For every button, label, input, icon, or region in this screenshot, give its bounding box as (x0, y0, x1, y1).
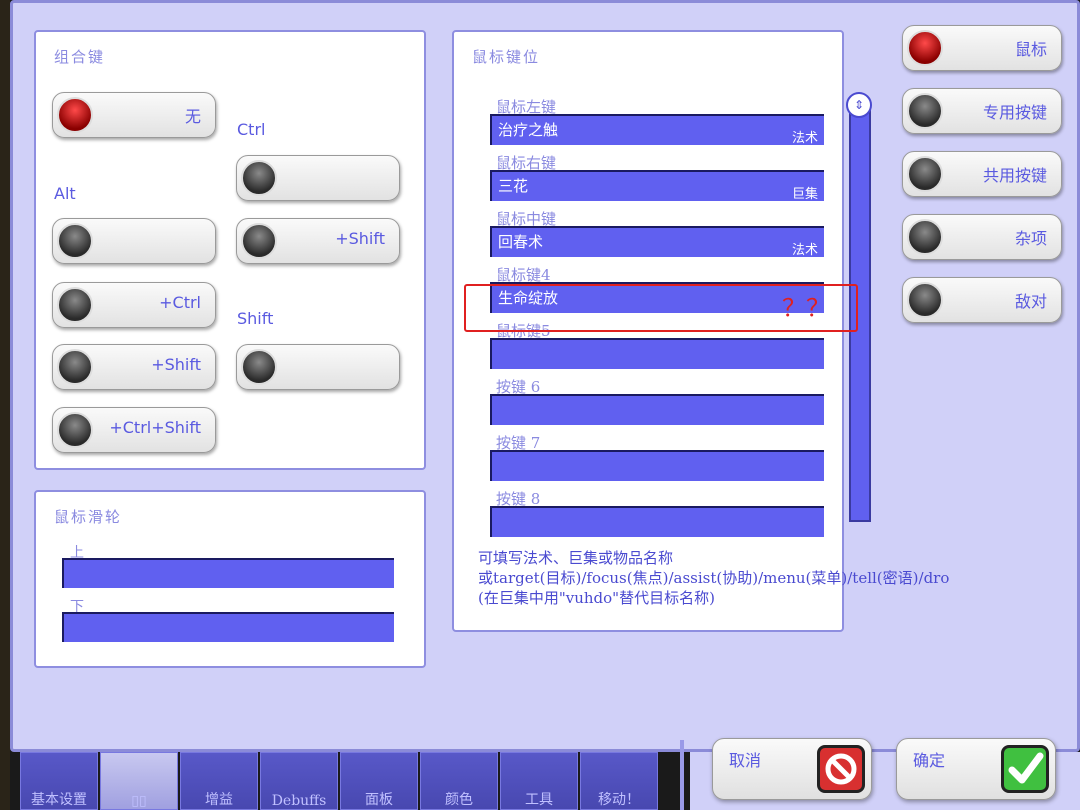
slot-input[interactable] (490, 506, 824, 537)
mouse-panel-title: 鼠标键位 (472, 48, 541, 66)
tab[interactable]: 面板 (340, 752, 418, 810)
toggle-knob-icon (907, 93, 943, 129)
slot-input[interactable]: 回春术法术 (490, 226, 824, 258)
toggle-knob-icon (57, 223, 93, 259)
tab-label: 颜色 (445, 792, 473, 808)
help-line-1: 可填写法术、巨集或物品名称 (478, 549, 674, 567)
slot-value: 三花 (498, 177, 529, 195)
checkmark-icon (1001, 745, 1049, 793)
mouse-wheel-panel: 鼠标滑轮 上 下 (34, 490, 426, 668)
sidebar-button-label: 杂项 (1014, 229, 1047, 248)
ctrl-shift-toggle[interactable]: +Shift (236, 218, 400, 264)
help-line-2: 或target(目标)/focus(焦点)/assist(协助)/menu(菜单… (478, 569, 950, 587)
cancel-button[interactable]: 取消 (712, 738, 872, 800)
ctrl-caption: Ctrl (237, 120, 266, 139)
bottom-divider (680, 740, 684, 810)
alt-shift-label: +Shift (151, 355, 201, 374)
toggle-knob-icon (241, 223, 277, 259)
toggle-knob-icon (241, 160, 277, 196)
shift-caption: Shift (237, 309, 274, 328)
wheel-down-input[interactable] (62, 612, 394, 642)
cancel-icon (817, 745, 865, 793)
tab-label: 增益 (205, 792, 233, 808)
tab-label: 工具 (525, 792, 553, 808)
none-toggle[interactable]: 无 (52, 92, 216, 138)
tab-label: 基本设置 (31, 792, 87, 808)
tab[interactable]: 颜色 (420, 752, 498, 810)
cancel-label: 取消 (729, 751, 762, 770)
ok-button[interactable]: 确定 (896, 738, 1056, 800)
wheel-up-input[interactable] (62, 558, 394, 588)
sidebar-button-label: 敌对 (1014, 292, 1047, 311)
alt-ctrl-shift-toggle[interactable]: +Ctrl+Shift (52, 407, 216, 453)
shift-toggle[interactable] (236, 344, 400, 390)
slot-type: 巨集 (791, 187, 818, 202)
toggle-knob-icon (241, 349, 277, 385)
sidebar-button[interactable]: 专用按键 (902, 88, 1062, 134)
slot-type: 法术 (791, 243, 818, 258)
tab[interactable]: 工具 (500, 752, 578, 810)
tab-label: 面板 (365, 792, 393, 808)
tab-label: ▯▯ (131, 793, 147, 809)
wheel-panel-title: 鼠标滑轮 (54, 508, 123, 526)
sidebar-button[interactable]: 共用按键 (902, 151, 1062, 197)
slot-input[interactable] (490, 338, 824, 369)
toggle-knob-icon (907, 219, 943, 255)
help-line-3: (在巨集中用"vuhdo"替代目标名称) (478, 589, 715, 607)
slot-input[interactable] (490, 450, 824, 481)
ctrl-toggle[interactable] (236, 155, 400, 201)
sidebar-button[interactable]: 杂项 (902, 214, 1062, 260)
tab-label: Debuffs (271, 793, 327, 809)
tab[interactable]: ▯▯ (100, 752, 178, 810)
ctrl-shift-label: +Shift (335, 229, 385, 248)
help-text: 可填写法术、巨集或物品名称 或target(目标)/focus(焦点)/assi… (478, 548, 949, 608)
slot-type: 法术 (791, 131, 818, 146)
window-edge (0, 0, 10, 810)
ok-label: 确定 (913, 751, 946, 770)
toggle-knob-icon (907, 156, 943, 192)
tab-bar: 基本设置 ▯▯ 增益 Debuffs 面板 颜色 工具 移动！ (10, 752, 690, 810)
sidebar-button[interactable]: 鼠标 (902, 25, 1062, 71)
toggle-knob-icon (57, 97, 93, 133)
alt-toggle[interactable] (52, 218, 216, 264)
combo-panel-title: 组合键 (54, 48, 106, 66)
sidebar-button[interactable]: 敌对 (902, 277, 1062, 323)
scroll-thumb-icon[interactable]: ⇕ (846, 92, 872, 118)
toggle-knob-icon (57, 349, 93, 385)
sidebar-button-label: 鼠标 (1014, 40, 1047, 59)
toggle-knob-icon (907, 30, 943, 66)
annotation-question-marks: ？？ (782, 294, 830, 322)
toggle-knob-icon (57, 287, 93, 323)
tab[interactable]: Debuffs (260, 752, 338, 810)
sidebar-button-label: 专用按键 (982, 103, 1047, 122)
tab[interactable]: 基本设置 (20, 752, 98, 810)
toggle-knob-icon (57, 412, 93, 448)
slot-input[interactable] (490, 394, 824, 425)
alt-ctrl-label: +Ctrl (159, 293, 201, 312)
slot-value: 回春术 (498, 233, 544, 251)
tab[interactable]: 增益 (180, 752, 258, 810)
slot-input[interactable]: 三花巨集 (490, 170, 824, 202)
tab-label: 移动！ (598, 792, 640, 808)
none-label: 无 (184, 107, 201, 126)
alt-shift-toggle[interactable]: +Shift (52, 344, 216, 390)
sidebar-button-label: 共用按键 (982, 166, 1047, 185)
alt-ctrl-toggle[interactable]: +Ctrl (52, 282, 216, 328)
alt-caption: Alt (54, 184, 76, 203)
slot-value: 治疗之触 (498, 121, 559, 139)
tab[interactable]: 移动！ (580, 752, 658, 810)
toggle-knob-icon (907, 282, 943, 318)
alt-ctrl-shift-label: +Ctrl+Shift (109, 418, 201, 437)
slot-input[interactable]: 治疗之触法术 (490, 114, 824, 146)
